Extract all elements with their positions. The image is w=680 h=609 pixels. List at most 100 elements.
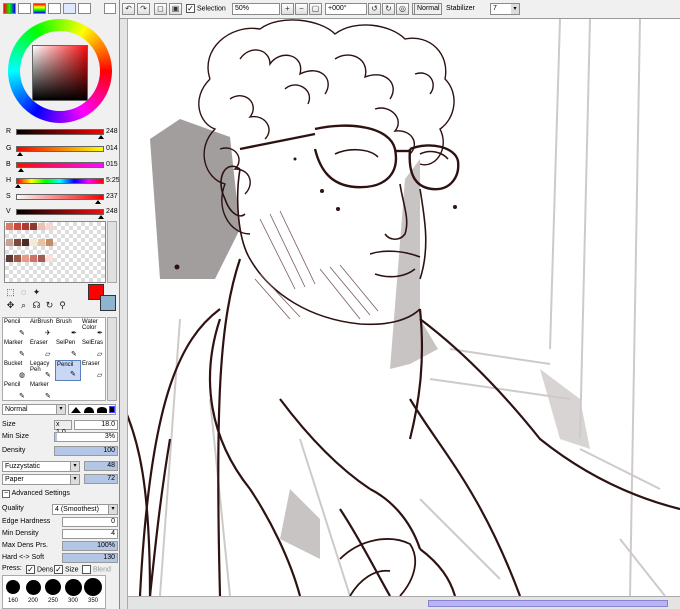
slider-knob[interactable]	[14, 184, 21, 188]
min-size-row[interactable]: Min Size 3%	[2, 432, 118, 443]
brush-tool[interactable]: Bucket ◍	[3, 360, 29, 381]
scratchpad-tab[interactable]	[78, 3, 91, 14]
redo-icon[interactable]: ↷	[137, 3, 150, 15]
rotation-field[interactable]: +000°	[325, 3, 367, 15]
color-swatch[interactable]	[6, 223, 13, 230]
slider-knob[interactable]	[98, 135, 105, 139]
brush-tool[interactable]: Eraser ▱	[81, 360, 107, 381]
press-blend-checkbox[interactable]	[82, 565, 91, 574]
magic-wand-icon[interactable]: ✦	[31, 287, 42, 298]
collapse-icon[interactable]: −	[2, 490, 10, 498]
brush-tool[interactable]: SelEras ▱	[81, 339, 107, 360]
slider-track[interactable]	[16, 178, 104, 184]
brush-tool[interactable]: SelPen ✎	[55, 339, 81, 360]
brush-scrollbar[interactable]	[107, 317, 117, 401]
max-dens-prs-row[interactable]: Max Dens Prs. 100%	[2, 541, 118, 552]
color-swatch[interactable]	[30, 223, 37, 230]
advanced-settings-header[interactable]: − Advanced Settings	[2, 490, 118, 501]
slider-knob[interactable]	[18, 168, 25, 172]
slider-h[interactable]: H 5:255	[4, 176, 119, 188]
color-swatch[interactable]	[38, 255, 45, 262]
saturation-value-square[interactable]	[32, 45, 88, 101]
brush-tool[interactable]: Pencil ✎	[3, 318, 29, 339]
eyedropper-icon[interactable]: ⚲	[57, 300, 68, 311]
brush-blend-mode-dropdown[interactable]: Normal ▾	[2, 404, 66, 415]
brush-tool[interactable]: AirBrush ✈	[29, 318, 55, 339]
color-palette-tab[interactable]	[48, 3, 61, 14]
slider-b[interactable]: B 015	[4, 160, 118, 172]
color-swatch[interactable]	[14, 239, 21, 246]
rgb-slider-tab[interactable]	[18, 3, 31, 14]
brush-size-dot[interactable]	[25, 579, 41, 595]
hue-wheel[interactable]	[8, 19, 112, 123]
slider-g[interactable]: G 014	[4, 144, 118, 156]
brush-tool[interactable]: Marker ✎	[29, 381, 55, 402]
color-swatch[interactable]	[46, 255, 53, 262]
min-size-slider[interactable]: 3%	[54, 432, 118, 442]
brush-size-dot[interactable]	[45, 579, 61, 595]
selection-checkbox[interactable]: ✓	[186, 4, 195, 13]
zoom-reset-icon[interactable]: ▢	[309, 3, 322, 15]
hard-soft-row[interactable]: Hard <-> Soft 130	[2, 553, 118, 564]
brush-tool[interactable]: Eraser ▱	[29, 339, 55, 360]
brush-tool[interactable]: Legacy Pen ✎	[29, 360, 55, 381]
rotate-icon[interactable]: ↻	[44, 300, 55, 311]
brush-tool[interactable]: Water Color ✒	[81, 318, 107, 339]
panel-menu-icon[interactable]	[104, 3, 116, 14]
min-density-row[interactable]: Min Density 4	[2, 529, 118, 540]
color-swatch[interactable]	[38, 239, 45, 246]
swatch-tab[interactable]	[63, 3, 76, 14]
min-density-value[interactable]: 4	[62, 529, 118, 539]
horizontal-scrollbar[interactable]	[128, 596, 680, 609]
rect-select-icon[interactable]: ⬚	[5, 287, 16, 298]
brush-tool[interactable]: Pencil ✎	[55, 360, 81, 381]
density-slider[interactable]: 100	[54, 446, 118, 456]
size-row[interactable]: Size x 1.0 18.0	[2, 420, 118, 436]
texture-dropdown[interactable]: Fuzzystatic ▾	[2, 461, 80, 472]
press-size-checkbox[interactable]: ✓	[54, 565, 63, 574]
color-swatch[interactable]	[22, 239, 29, 246]
brush-size-dot[interactable]	[64, 578, 82, 596]
edge-hardness-row[interactable]: Edge Hardness 0	[2, 517, 118, 528]
color-swatch[interactable]	[14, 255, 21, 262]
horizontal-scroll-thumb[interactable]	[428, 600, 668, 607]
color-wheel-tab[interactable]	[3, 3, 16, 14]
slider-knob[interactable]	[17, 152, 24, 156]
slider-track[interactable]	[16, 194, 104, 200]
move-icon[interactable]: ✥	[5, 300, 16, 311]
zoom-icon[interactable]: ⌕	[18, 300, 29, 311]
invert-selection-icon[interactable]: ▣	[169, 3, 182, 15]
brush-tool[interactable]: Pencil ✎	[3, 381, 29, 402]
drawing-canvas[interactable]	[120, 19, 680, 596]
paper-strength[interactable]: 72	[84, 474, 118, 484]
slider-track[interactable]	[16, 129, 104, 135]
fg-bg-color[interactable]	[88, 284, 118, 314]
color-swatch[interactable]	[30, 255, 37, 262]
quality-dropdown[interactable]: 4 (Smoothest) ▾	[52, 504, 118, 515]
edge-hardness-value[interactable]: 0	[62, 517, 118, 527]
brush-shape-selector[interactable]	[68, 404, 116, 415]
brush-tool[interactable]: Marker ✎	[3, 339, 29, 360]
hsv-slider-tab[interactable]	[33, 3, 46, 14]
max-dens-prs-value[interactable]: 100%	[62, 541, 118, 551]
slider-v[interactable]: V 248	[4, 207, 118, 219]
density-row[interactable]: Density 100	[2, 446, 118, 457]
undo-icon[interactable]: ↶	[122, 3, 135, 15]
press-dens-checkbox[interactable]: ✓	[26, 565, 35, 574]
rotate-right-icon[interactable]: ↻	[382, 3, 395, 15]
background-color-swatch[interactable]	[100, 295, 116, 311]
lasso-icon[interactable]: ◌	[18, 287, 29, 298]
quality-row[interactable]: Quality 4 (Smoothest) ▾	[2, 504, 118, 515]
hand-icon[interactable]: ☊	[31, 300, 42, 311]
color-swatch[interactable]	[30, 239, 37, 246]
slider-s[interactable]: S 237	[4, 192, 118, 204]
zoom-in-icon[interactable]: +	[281, 3, 294, 15]
deselect-icon[interactable]: ◻	[154, 3, 167, 15]
swatch-scrollbar[interactable]	[107, 221, 117, 283]
size-multiplier[interactable]: x 1.0	[54, 420, 72, 436]
color-swatch[interactable]	[38, 223, 45, 230]
zoom-out-icon[interactable]: −	[295, 3, 308, 15]
color-swatch[interactable]	[22, 223, 29, 230]
slider-track[interactable]	[16, 146, 104, 152]
brush-size-dot[interactable]	[6, 580, 20, 594]
